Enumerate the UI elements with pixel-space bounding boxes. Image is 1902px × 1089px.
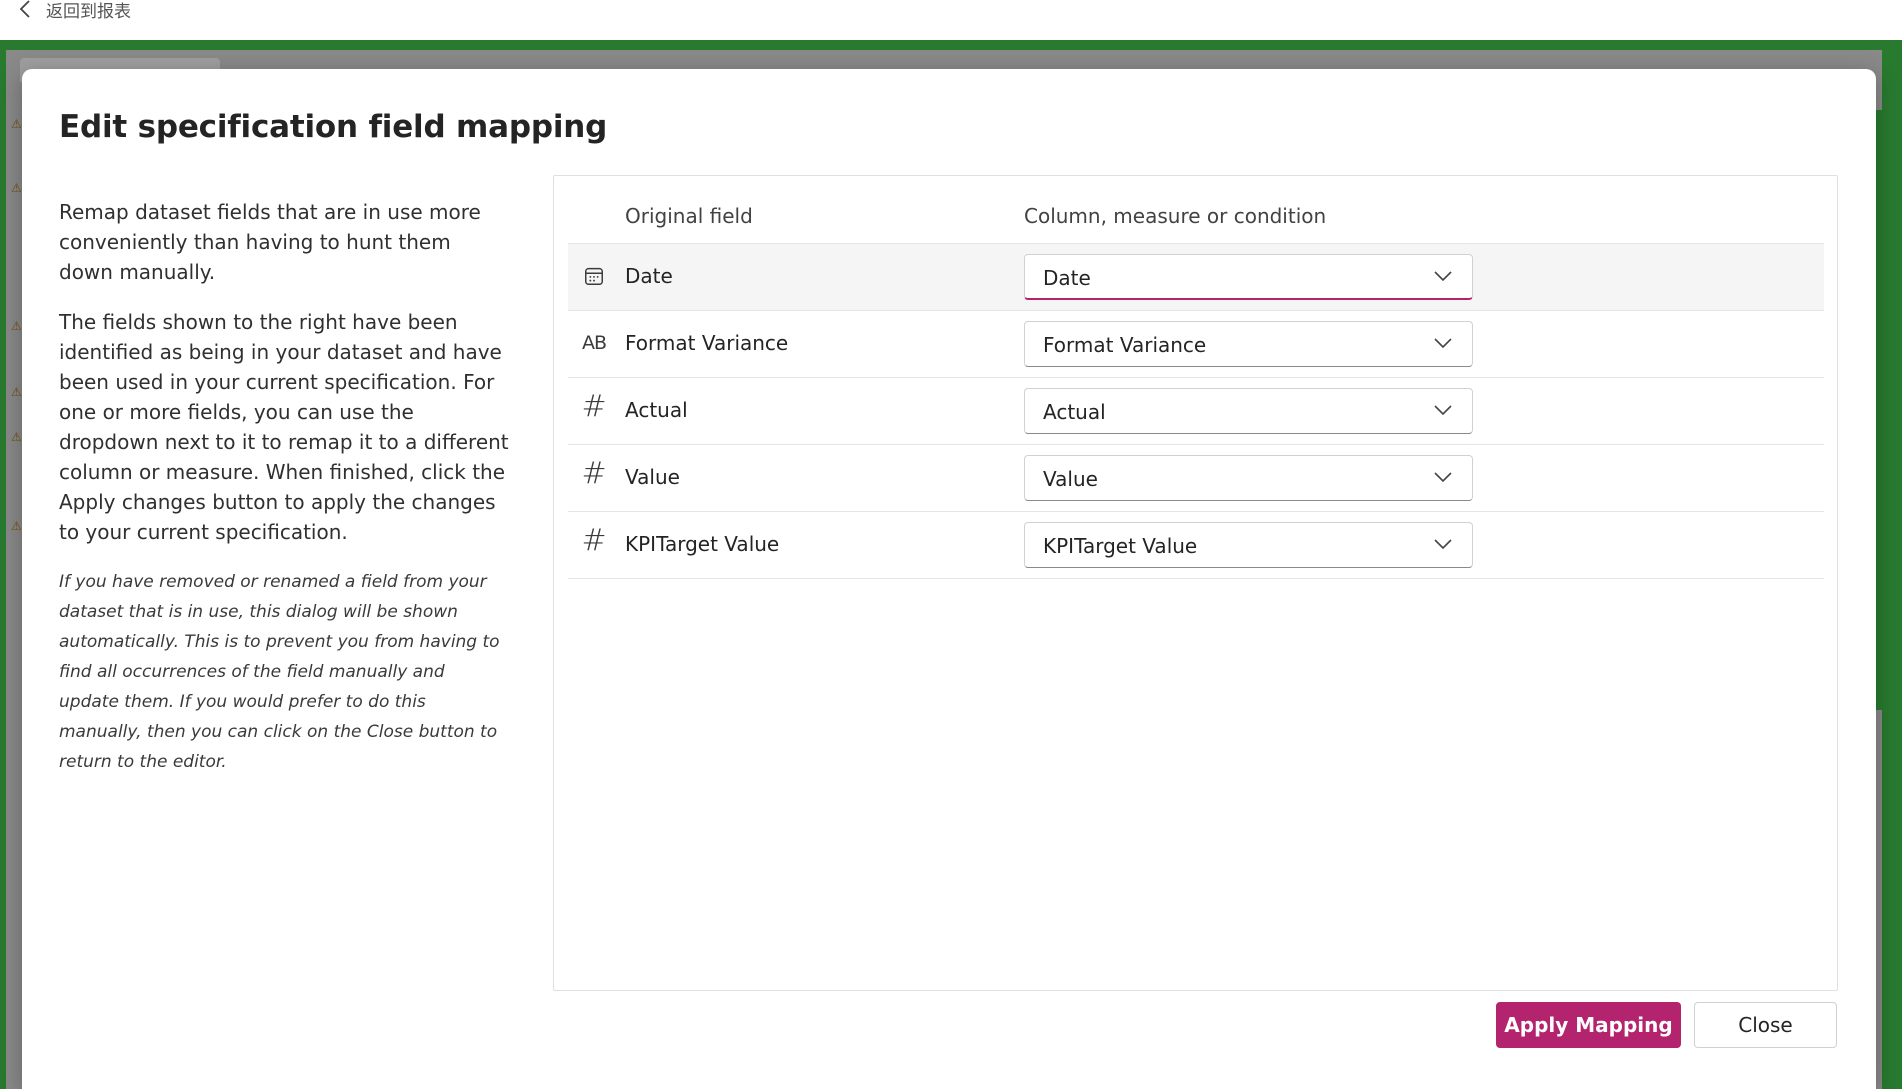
original-field-name: Actual — [625, 398, 688, 422]
calendar-icon — [582, 264, 606, 288]
mapping-row-date[interactable]: Date Date — [568, 244, 1824, 311]
mapping-dropdown-date[interactable]: Date — [1024, 254, 1473, 300]
original-field-name: Value — [625, 465, 680, 489]
dialog-title: Edit specification field mapping — [59, 109, 608, 145]
mapping-row-kpitarget-value[interactable]: # KPITarget Value KPITarget Value — [568, 512, 1824, 579]
hash-icon: # — [581, 388, 607, 424]
dropdown-value: Date — [1043, 266, 1091, 290]
chevron-down-icon — [1434, 539, 1452, 550]
close-button[interactable]: Close — [1694, 1002, 1837, 1048]
mapping-dropdown-actual[interactable]: Actual — [1024, 388, 1473, 434]
column-header-mapping: Column, measure or condition — [1024, 204, 1327, 228]
description-paragraph: The fields shown to the right have been … — [59, 310, 509, 544]
description-note: If you have removed or renamed a field f… — [59, 572, 500, 772]
dropdown-value: Format Variance — [1043, 333, 1207, 357]
back-to-report-button[interactable]: 返回到报表 — [18, 0, 131, 22]
mapping-dropdown-kpitarget-value[interactable]: KPITarget Value — [1024, 522, 1473, 568]
dropdown-value: Value — [1043, 467, 1098, 491]
top-bar: 返回到报表 — [0, 0, 1902, 40]
chevron-down-icon — [1434, 271, 1452, 282]
dialog-description: Remap dataset fields that are in use mor… — [59, 197, 509, 797]
mapping-dropdown-format-variance[interactable]: Format Variance — [1024, 321, 1473, 367]
column-header-original-field: Original field — [625, 204, 753, 228]
chevron-down-icon — [1434, 405, 1452, 416]
mapping-row-value[interactable]: # Value Value — [568, 445, 1824, 512]
original-field-name: Format Variance — [625, 331, 789, 355]
original-field-name: Date — [625, 264, 673, 288]
hash-icon: # — [581, 455, 607, 491]
back-label: 返回到报表 — [46, 1, 131, 22]
text-ab-icon: AB — [581, 332, 607, 354]
mapping-panel: Original field Column, measure or condit… — [553, 175, 1838, 991]
mapping-row-actual[interactable]: # Actual Actual — [568, 378, 1824, 445]
field-mapping-dialog: Edit specification field mapping Remap d… — [22, 69, 1876, 1089]
dropdown-value: Actual — [1043, 400, 1106, 424]
hash-icon: # — [581, 522, 607, 558]
chevron-down-icon — [1434, 472, 1452, 483]
chevron-down-icon — [1434, 338, 1452, 349]
original-field-name: KPITarget Value — [625, 532, 780, 556]
apply-mapping-button[interactable]: Apply Mapping — [1496, 1002, 1681, 1048]
dropdown-value: KPITarget Value — [1043, 534, 1198, 558]
mapping-grid-header: Original field Column, measure or condit… — [568, 194, 1824, 244]
mapping-dropdown-value[interactable]: Value — [1024, 455, 1473, 501]
description-paragraph: Remap dataset fields that are in use mor… — [59, 200, 481, 284]
mapping-row-format-variance[interactable]: AB Format Variance Format Variance — [568, 311, 1824, 378]
chevron-left-icon — [19, 0, 30, 18]
